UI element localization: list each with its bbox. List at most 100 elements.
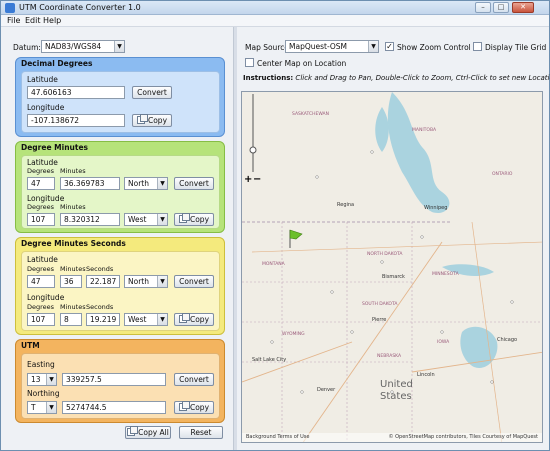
label-iowa: IOWA: [437, 340, 450, 345]
dms-lat-seconds-input[interactable]: 22.187: [86, 275, 120, 288]
decimal-convert-button[interactable]: Convert: [132, 86, 172, 99]
dm-lat-minutes-input[interactable]: 36.369783: [60, 177, 120, 190]
menu-help[interactable]: Help: [43, 16, 61, 25]
dm-lon-degrees-input[interactable]: 107: [27, 213, 55, 226]
map-source-value: MapQuest-OSM: [289, 42, 347, 51]
dm-lat-direction-select[interactable]: North ▼: [124, 177, 168, 190]
label-winnipeg: Winnipeg: [424, 205, 448, 211]
dm-lon-minutes-input[interactable]: 8.320312: [60, 213, 120, 226]
easting-input[interactable]: 339257.5: [62, 373, 166, 386]
longitude-input[interactable]: -107.138672: [27, 114, 125, 127]
dms-lon-direction-value: West: [128, 315, 147, 324]
attribution-right: © OpenStreetMap contributors, Tiles Cour…: [388, 434, 538, 440]
chevron-down-icon: ▼: [157, 276, 167, 287]
chevron-down-icon: ▼: [368, 41, 378, 52]
label-lincoln: Lincoln: [417, 372, 435, 378]
svg-text:+: +: [244, 174, 252, 185]
dms-lon-seconds-input[interactable]: 19.219: [86, 313, 120, 326]
dm-lon-minutes-label: Minutes: [60, 203, 86, 211]
chevron-down-icon: ▼: [157, 314, 167, 325]
chevron-down-icon: ▼: [157, 214, 167, 225]
maximize-button[interactable]: □: [493, 2, 509, 13]
dms-lat-direction-value: North: [128, 277, 149, 286]
northing-label: Northing: [27, 389, 60, 398]
dms-panel: Degree Minutes Seconds Latitude Degrees …: [15, 237, 225, 335]
northing-input[interactable]: 5274744.5: [62, 401, 166, 414]
copy-icon: [178, 401, 190, 411]
instructions-bold: Instructions:: [243, 74, 294, 82]
utm-band-value: T: [31, 403, 36, 412]
dm-inner: Latitude Degrees Minutes 47 36.369783 No…: [21, 155, 220, 229]
longitude-label: Longitude: [27, 103, 65, 112]
instructions-text: Click and Drag to Pan, Double-Click to Z…: [293, 74, 550, 82]
dms-convert-button[interactable]: Convert: [174, 275, 214, 288]
label-nebraska: NEBRASKA: [377, 354, 402, 359]
degree-minutes-title: Degree Minutes: [21, 143, 89, 152]
decimal-copy-button[interactable]: Copy: [132, 114, 172, 127]
app-icon: [5, 3, 15, 13]
dms-lon-direction-select[interactable]: West ▼: [124, 313, 168, 326]
label-north-dakota: NORTH DAKOTA: [367, 252, 403, 257]
menu-edit[interactable]: Edit: [25, 16, 41, 25]
tile-grid-checkbox[interactable]: [473, 42, 482, 51]
utm-band-select[interactable]: T ▼: [27, 401, 57, 414]
attribution-left[interactable]: Background Terms of Use: [246, 434, 309, 440]
title-bar: UTM Coordinate Converter 1.0 – □ ✕: [1, 1, 549, 15]
utm-zone-select[interactable]: 13 ▼: [27, 373, 57, 386]
utm-copy-button[interactable]: Copy: [174, 401, 214, 414]
tile-grid-label: Display Tile Grid: [485, 43, 547, 52]
label-saskatchewan: SASKATCHEWAN: [292, 112, 329, 117]
menu-file[interactable]: File: [7, 16, 20, 25]
decimal-degrees-title: Decimal Degrees: [21, 59, 93, 68]
app-window: UTM Coordinate Converter 1.0 – □ ✕ File …: [0, 0, 550, 451]
zoom-control[interactable]: + −: [244, 94, 261, 185]
label-states: States: [380, 391, 412, 402]
dms-lon-minutes-input[interactable]: 8: [60, 313, 82, 326]
dms-inner: Latitude Degrees Minutes Seconds 47 36 2…: [21, 251, 220, 331]
copy-icon: [178, 213, 190, 223]
dm-lat-degrees-input[interactable]: 47: [27, 177, 55, 190]
dms-lat-minutes-input[interactable]: 36: [60, 275, 82, 288]
copy-all-button[interactable]: Copy All: [125, 426, 171, 439]
datum-value: NAD83/WGS84: [45, 42, 102, 51]
label-chicago: Chicago: [497, 337, 518, 343]
copy-label: Copy: [189, 403, 210, 412]
chevron-down-icon: ▼: [114, 41, 124, 52]
dm-lat-minutes-label: Minutes: [60, 167, 86, 175]
dm-convert-button[interactable]: Convert: [174, 177, 214, 190]
menu-bar: File Edit Help: [1, 15, 549, 27]
dms-lon-minutes-label: Minutes: [60, 303, 86, 311]
easting-label: Easting: [27, 360, 55, 369]
latitude-label: Latitude: [27, 75, 58, 84]
decimal-degrees-panel: Decimal Degrees Latitude 47.606163 Conve…: [15, 57, 225, 137]
datum-select[interactable]: NAD83/WGS84 ▼: [41, 40, 125, 53]
chevron-down-icon: ▼: [46, 402, 56, 413]
map-source-select[interactable]: MapQuest-OSM ▼: [285, 40, 379, 53]
dms-lon-degrees-input[interactable]: 107: [27, 313, 55, 326]
utm-convert-button[interactable]: Convert: [174, 373, 214, 386]
reset-button[interactable]: Reset: [179, 426, 223, 439]
dms-lat-degrees-input[interactable]: 47: [27, 275, 55, 288]
dms-lon-degrees-label: Degrees: [27, 303, 55, 311]
svg-text:−: −: [253, 174, 261, 185]
label-montana: MONTANA: [262, 262, 285, 267]
dms-copy-button[interactable]: Copy: [174, 313, 214, 326]
dms-lat-direction-select[interactable]: North ▼: [124, 275, 168, 288]
dm-copy-button[interactable]: Copy: [174, 213, 214, 226]
dm-lon-direction-select[interactable]: West ▼: [124, 213, 168, 226]
location-marker-icon: [289, 229, 303, 248]
dms-lat-seconds-label: Seconds: [86, 265, 114, 273]
center-map-checkbox[interactable]: [245, 58, 254, 67]
close-button[interactable]: ✕: [512, 2, 534, 13]
right-pane: Map Source: MapQuest-OSM ▼ ✓ Show Zoom Co…: [237, 27, 550, 450]
label-wyoming: WYOMING: [282, 332, 305, 337]
chevron-down-icon: ▼: [46, 374, 56, 385]
dms-lat-degrees-label: Degrees: [27, 265, 55, 273]
minimize-button[interactable]: –: [475, 2, 491, 13]
chevron-down-icon: ▼: [157, 178, 167, 189]
show-zoom-checkbox[interactable]: ✓: [385, 42, 394, 51]
copy-all-label: Copy All: [138, 428, 169, 437]
utm-zone-value: 13: [31, 375, 41, 384]
latitude-input[interactable]: 47.606163: [27, 86, 125, 99]
map-view[interactable]: + − SASKATCHEWAN MANITOBA ONTARIO Winnip…: [241, 91, 543, 443]
